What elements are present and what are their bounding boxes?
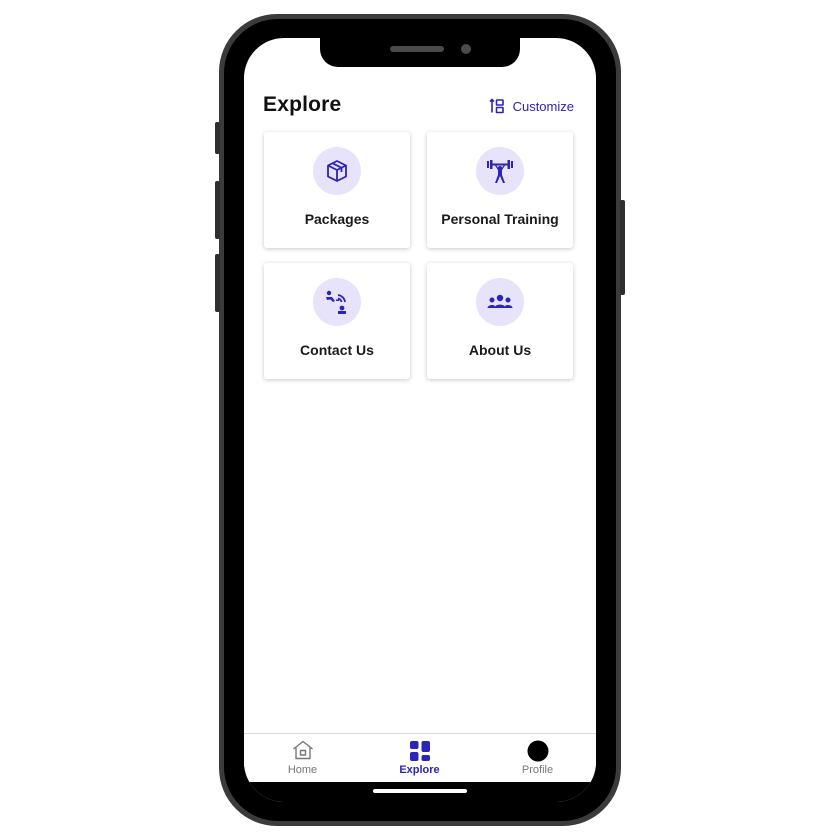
card-label: Personal Training xyxy=(441,211,559,227)
weightlifter-icon xyxy=(476,147,524,195)
card-label: Packages xyxy=(304,211,370,227)
customize-button[interactable]: Customize xyxy=(489,98,574,114)
mute-switch xyxy=(215,122,220,154)
contact-call-icon xyxy=(313,278,361,326)
volume-up-button xyxy=(215,181,220,239)
card-personal-training[interactable]: Personal Training xyxy=(427,132,573,248)
tab-home[interactable]: Home xyxy=(244,734,361,783)
tab-label: Profile xyxy=(521,764,554,776)
customize-label: Customize xyxy=(512,98,574,114)
power-button xyxy=(620,200,625,295)
card-about-us[interactable]: About Us xyxy=(427,263,573,379)
home-icon xyxy=(292,740,314,765)
front-camera xyxy=(461,44,471,54)
card-label: About Us xyxy=(468,342,532,358)
card-contact-us[interactable]: Contact Us xyxy=(264,263,410,379)
screen: Explore Customize Packages Personal Trai… xyxy=(244,38,596,802)
explore-grid-icon xyxy=(409,740,431,767)
group-people-icon xyxy=(476,278,524,326)
card-label: Contact Us xyxy=(300,342,374,358)
profile-avatar-icon xyxy=(527,740,549,767)
tab-explore[interactable]: Explore xyxy=(361,734,478,783)
customize-icon xyxy=(489,98,505,114)
tab-profile[interactable]: Profile xyxy=(479,734,596,783)
card-packages[interactable]: Packages xyxy=(264,132,410,248)
home-indicator[interactable] xyxy=(373,789,467,793)
notch xyxy=(320,38,520,67)
tab-label: Home xyxy=(287,764,318,776)
package-box-icon xyxy=(313,147,361,195)
bottom-tab-bar: Home Explore Profile xyxy=(244,733,596,783)
page-title: Explore xyxy=(263,93,342,116)
speaker-grille xyxy=(390,46,444,52)
tab-label: Explore xyxy=(399,764,440,776)
volume-down-button xyxy=(215,254,220,312)
